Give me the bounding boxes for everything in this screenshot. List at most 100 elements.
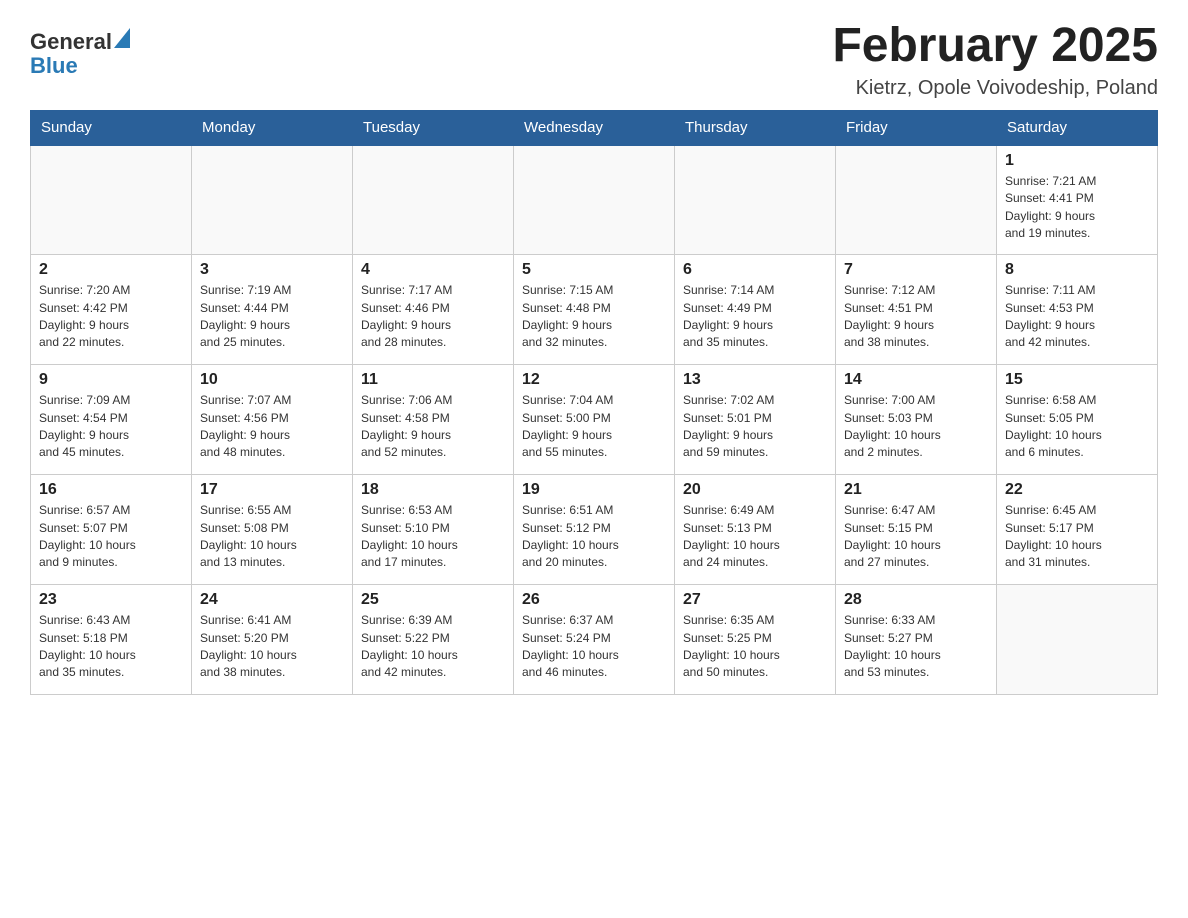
day-info: Sunrise: 7:19 AM Sunset: 4:44 PM Dayligh… [200,282,344,352]
day-info: Sunrise: 6:57 AM Sunset: 5:07 PM Dayligh… [39,502,183,572]
day-info: Sunrise: 7:09 AM Sunset: 4:54 PM Dayligh… [39,392,183,462]
day-number: 12 [522,371,666,389]
calendar-cell: 20Sunrise: 6:49 AM Sunset: 5:13 PM Dayli… [675,475,836,585]
weekday-header-saturday: Saturday [997,110,1158,145]
weekday-header-sunday: Sunday [31,110,192,145]
day-number: 27 [683,591,827,609]
day-info: Sunrise: 7:00 AM Sunset: 5:03 PM Dayligh… [844,392,988,462]
day-info: Sunrise: 6:37 AM Sunset: 5:24 PM Dayligh… [522,612,666,682]
calendar-cell [192,145,353,255]
calendar-cell: 28Sunrise: 6:33 AM Sunset: 5:27 PM Dayli… [836,585,997,695]
calendar-cell: 1Sunrise: 7:21 AM Sunset: 4:41 PM Daylig… [997,145,1158,255]
day-info: Sunrise: 6:55 AM Sunset: 5:08 PM Dayligh… [200,502,344,572]
calendar-cell: 12 Sunrise: 7:04 AM Sunset: 5:00 PM Dayli… [514,365,675,475]
calendar-cell [353,145,514,255]
calendar-cell: 4 Sunrise: 7:17 AM Sunset: 4:46 PM Daylig… [353,255,514,365]
weekday-header-tuesday: Tuesday [353,110,514,145]
day-number: 14 [844,371,988,389]
day-number: 13 [683,371,827,389]
calendar-cell: 9 Sunrise: 7:09 AM Sunset: 4:54 PM Daylig… [31,365,192,475]
weekday-header-friday: Friday [836,110,997,145]
calendar-cell: 15 Sunrise: 6:58 AM Sunset: 5:05 PM Dayli… [997,365,1158,475]
weekday-header-wednesday: Wednesday [514,110,675,145]
day-number: 5 [522,261,666,279]
week-row-0: 1Sunrise: 7:21 AM Sunset: 4:41 PM Daylig… [31,145,1158,255]
day-number: 8 [1005,261,1149,279]
day-number: 1 [1005,152,1149,170]
calendar-cell: 8 Sunrise: 7:11 AM Sunset: 4:53 PM Daylig… [997,255,1158,365]
day-number: 6 [683,261,827,279]
day-info: Sunrise: 6:35 AM Sunset: 5:25 PM Dayligh… [683,612,827,682]
day-number: 11 [361,371,505,389]
day-info: Sunrise: 7:15 AM Sunset: 4:48 PM Dayligh… [522,282,666,352]
logo-text-blue: Blue [30,53,78,78]
calendar-cell: 25 Sunrise: 6:39 AM Sunset: 5:22 PM Dayli… [353,585,514,695]
calendar-cell: 2Sunrise: 7:20 AM Sunset: 4:42 PM Daylig… [31,255,192,365]
calendar-cell: 6 Sunrise: 7:14 AM Sunset: 4:49 PM Daylig… [675,255,836,365]
day-number: 7 [844,261,988,279]
day-info: Sunrise: 6:45 AM Sunset: 5:17 PM Dayligh… [1005,502,1149,572]
calendar-cell: 23 Sunrise: 6:43 AM Sunset: 5:18 PM Dayli… [31,585,192,695]
month-title: February 2025 [832,20,1158,73]
calendar-cell [836,145,997,255]
day-info: Sunrise: 7:06 AM Sunset: 4:58 PM Dayligh… [361,392,505,462]
day-info: Sunrise: 7:11 AM Sunset: 4:53 PM Dayligh… [1005,282,1149,352]
day-info: Sunrise: 7:14 AM Sunset: 4:49 PM Dayligh… [683,282,827,352]
calendar-cell: 11 Sunrise: 7:06 AM Sunset: 4:58 PM Dayli… [353,365,514,475]
calendar-cell: 10 Sunrise: 7:07 AM Sunset: 4:56 PM Dayli… [192,365,353,475]
day-number: 23 [39,591,183,609]
day-info: Sunrise: 7:02 AM Sunset: 5:01 PM Dayligh… [683,392,827,462]
day-info: Sunrise: 6:58 AM Sunset: 5:05 PM Dayligh… [1005,392,1149,462]
calendar-cell: 5 Sunrise: 7:15 AM Sunset: 4:48 PM Daylig… [514,255,675,365]
page-header: General Blue February 2025 Kietrz, Opole… [30,20,1158,100]
day-info: Sunrise: 6:39 AM Sunset: 5:22 PM Dayligh… [361,612,505,682]
calendar-cell: 19Sunrise: 6:51 AM Sunset: 5:12 PM Dayli… [514,475,675,585]
day-number: 10 [200,371,344,389]
day-number: 3 [200,261,344,279]
week-row-3: 16Sunrise: 6:57 AM Sunset: 5:07 PM Dayli… [31,475,1158,585]
logo-triangle-icon [114,28,130,48]
calendar-cell: 14 Sunrise: 7:00 AM Sunset: 5:03 PM Dayli… [836,365,997,475]
day-number: 15 [1005,371,1149,389]
week-row-1: 2Sunrise: 7:20 AM Sunset: 4:42 PM Daylig… [31,255,1158,365]
day-number: 25 [361,591,505,609]
weekday-header-row: SundayMondayTuesdayWednesdayThursdayFrid… [31,110,1158,145]
day-info: Sunrise: 6:41 AM Sunset: 5:20 PM Dayligh… [200,612,344,682]
day-number: 24 [200,591,344,609]
day-info: Sunrise: 6:33 AM Sunset: 5:27 PM Dayligh… [844,612,988,682]
calendar-cell: 17 Sunrise: 6:55 AM Sunset: 5:08 PM Dayli… [192,475,353,585]
day-number: 21 [844,481,988,499]
logo-text-general: General [30,30,112,54]
calendar-cell [997,585,1158,695]
week-row-4: 23 Sunrise: 6:43 AM Sunset: 5:18 PM Dayli… [31,585,1158,695]
day-number: 18 [361,481,505,499]
calendar-cell [31,145,192,255]
calendar-table: SundayMondayTuesdayWednesdayThursdayFrid… [30,110,1158,696]
day-number: 4 [361,261,505,279]
day-info: Sunrise: 6:47 AM Sunset: 5:15 PM Dayligh… [844,502,988,572]
calendar-cell: 27 Sunrise: 6:35 AM Sunset: 5:25 PM Dayli… [675,585,836,695]
weekday-header-monday: Monday [192,110,353,145]
day-number: 17 [200,481,344,499]
day-info: Sunrise: 6:53 AM Sunset: 5:10 PM Dayligh… [361,502,505,572]
calendar-cell [675,145,836,255]
calendar-cell: 22Sunrise: 6:45 AM Sunset: 5:17 PM Dayli… [997,475,1158,585]
calendar-cell: 16Sunrise: 6:57 AM Sunset: 5:07 PM Dayli… [31,475,192,585]
calendar-cell: 3 Sunrise: 7:19 AM Sunset: 4:44 PM Daylig… [192,255,353,365]
day-number: 26 [522,591,666,609]
day-info: Sunrise: 7:07 AM Sunset: 4:56 PM Dayligh… [200,392,344,462]
day-info: Sunrise: 7:20 AM Sunset: 4:42 PM Dayligh… [39,282,183,352]
calendar-cell: 21 Sunrise: 6:47 AM Sunset: 5:15 PM Dayli… [836,475,997,585]
day-number: 9 [39,371,183,389]
calendar-cell: 13 Sunrise: 7:02 AM Sunset: 5:01 PM Dayli… [675,365,836,475]
week-row-2: 9 Sunrise: 7:09 AM Sunset: 4:54 PM Daylig… [31,365,1158,475]
weekday-header-thursday: Thursday [675,110,836,145]
day-info: Sunrise: 6:49 AM Sunset: 5:13 PM Dayligh… [683,502,827,572]
calendar-cell: 18 Sunrise: 6:53 AM Sunset: 5:10 PM Dayli… [353,475,514,585]
day-info: Sunrise: 6:43 AM Sunset: 5:18 PM Dayligh… [39,612,183,682]
location-title: Kietrz, Opole Voivodeship, Poland [832,77,1158,100]
day-info: Sunrise: 7:17 AM Sunset: 4:46 PM Dayligh… [361,282,505,352]
calendar-cell: 26 Sunrise: 6:37 AM Sunset: 5:24 PM Dayli… [514,585,675,695]
day-info: Sunrise: 7:04 AM Sunset: 5:00 PM Dayligh… [522,392,666,462]
day-info: Sunrise: 7:12 AM Sunset: 4:51 PM Dayligh… [844,282,988,352]
